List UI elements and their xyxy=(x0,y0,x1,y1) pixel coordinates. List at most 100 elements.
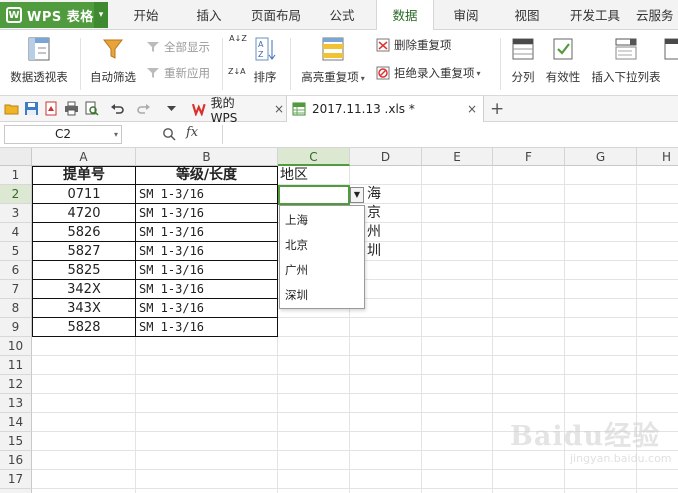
cell-c1[interactable]: 地区 xyxy=(280,166,349,185)
dropdown-option-guangzhou[interactable]: 广州 xyxy=(285,260,308,280)
cell-b5[interactable]: SM 1-3/16 xyxy=(136,242,277,261)
save-icon[interactable] xyxy=(24,101,39,116)
doc-tab-my-wps[interactable]: 我的WPS × xyxy=(188,96,284,125)
cell-b2[interactable]: SM 1-3/16 xyxy=(136,185,277,204)
open-folder-icon[interactable] xyxy=(4,101,19,116)
tab-formula[interactable]: 公式 xyxy=(317,0,367,30)
tab-data[interactable]: 数据 xyxy=(376,0,434,31)
cell-a7[interactable]: 342X xyxy=(33,280,135,299)
dropdown-option-shenzhen[interactable]: 深圳 xyxy=(285,285,308,305)
name-box[interactable]: C2 ▾ xyxy=(4,125,122,144)
delete-duplicates-button[interactable]: 删除重复项 xyxy=(376,36,452,54)
cell-b4[interactable]: SM 1-3/16 xyxy=(136,223,277,242)
cell-b9[interactable]: SM 1-3/16 xyxy=(136,318,277,337)
row-header[interactable]: 1 xyxy=(0,166,32,185)
column-header-h[interactable]: H xyxy=(637,148,678,166)
autofilter-button[interactable]: 自动筛选 xyxy=(86,34,140,92)
cell-a9[interactable]: 5828 xyxy=(33,318,135,337)
dropdown-option-shanghai[interactable]: 上海 xyxy=(285,210,308,230)
highlight-duplicates-button[interactable]: 高亮重复项 ▾ xyxy=(296,34,370,92)
formula-input[interactable] xyxy=(222,125,674,144)
app-menu-button[interactable]: W WPS 表格 ▾ xyxy=(0,2,108,28)
tab-insert[interactable]: 插入 xyxy=(184,0,234,30)
cell-b7[interactable]: SM 1-3/16 xyxy=(136,280,277,299)
print-preview-icon[interactable] xyxy=(84,101,99,116)
cell-a5[interactable]: 5827 xyxy=(33,242,135,261)
row-header[interactable]: 8 xyxy=(0,299,32,318)
row-header[interactable]: 3 xyxy=(0,204,32,223)
cell-d5[interactable]: 圳 xyxy=(367,242,407,261)
tab-home[interactable]: 开始 xyxy=(120,0,172,30)
undo-icon[interactable] xyxy=(110,101,125,116)
dropdown-arrow-button[interactable]: ▼ xyxy=(350,187,364,203)
row-header[interactable]: 10 xyxy=(0,337,32,356)
sort-descending-button[interactable]: Z↓A xyxy=(228,60,248,82)
row-header[interactable]: 2 xyxy=(0,185,32,204)
tab-review[interactable]: 审阅 xyxy=(442,0,490,30)
select-all-corner[interactable] xyxy=(0,148,32,166)
reapply-button[interactable]: 重新应用 xyxy=(146,64,210,82)
cell-b8[interactable]: SM 1-3/16 xyxy=(136,299,277,318)
dropdown-option-beijing[interactable]: 北京 xyxy=(285,235,308,255)
cell-b3[interactable]: SM 1-3/16 xyxy=(136,204,277,223)
cell-a8[interactable]: 343X xyxy=(33,299,135,318)
cell-a4[interactable]: 5826 xyxy=(33,223,135,242)
cell-a3[interactable]: 4720 xyxy=(33,204,135,223)
close-tab-icon[interactable]: × xyxy=(467,102,477,116)
row-header[interactable]: 16 xyxy=(0,451,32,470)
column-header-b[interactable]: B xyxy=(136,148,278,166)
active-cell-c2[interactable] xyxy=(278,185,350,205)
cell-b6[interactable]: SM 1-3/16 xyxy=(136,261,277,280)
insert-function-button[interactable]: fx xyxy=(186,125,198,140)
pivot-table-button[interactable]: 数据透视表 xyxy=(6,34,72,92)
row-header[interactable]: 4 xyxy=(0,223,32,242)
row-header[interactable]: 17 xyxy=(0,470,32,489)
row-header[interactable]: 5 xyxy=(0,242,32,261)
cell-d3[interactable]: 京 xyxy=(367,204,407,223)
row-header[interactable]: 6 xyxy=(0,261,32,280)
column-header-g[interactable]: G xyxy=(565,148,637,166)
column-header-e[interactable]: E xyxy=(422,148,493,166)
column-header-c[interactable]: C xyxy=(278,148,350,166)
data-validation-button[interactable]: 有效性 xyxy=(542,34,584,92)
cell-a6[interactable]: 5825 xyxy=(33,261,135,280)
gridline xyxy=(32,374,678,375)
cell-b1[interactable]: 等级/长度 xyxy=(136,166,277,185)
show-all-button[interactable]: 全部显示 xyxy=(146,38,210,56)
close-tab-icon[interactable]: × xyxy=(274,102,284,116)
row-header[interactable]: 15 xyxy=(0,432,32,451)
zoom-search-icon[interactable] xyxy=(162,127,176,141)
tab-view[interactable]: 视图 xyxy=(503,0,551,30)
reject-duplicates-button[interactable]: 拒绝录入重复项 ▾ xyxy=(376,64,481,82)
more-ribbon-button[interactable] xyxy=(664,34,678,92)
sort-button[interactable]: A Z 排序 xyxy=(248,34,282,92)
column-header-f[interactable]: F xyxy=(493,148,565,166)
column-header-d[interactable]: D xyxy=(350,148,422,166)
export-pdf-icon[interactable] xyxy=(44,101,59,116)
svg-text:Z: Z xyxy=(258,50,264,59)
cell-a1[interactable]: 提单号 xyxy=(33,166,135,185)
cell-d4[interactable]: 州 xyxy=(367,223,407,242)
row-header[interactable]: 14 xyxy=(0,413,32,432)
redo-icon[interactable] xyxy=(136,101,151,116)
tab-page-layout[interactable]: 页面布局 xyxy=(243,0,309,30)
customize-toolbar-chevron-icon[interactable] xyxy=(164,101,179,116)
tab-developer[interactable]: 开发工具 xyxy=(563,0,627,30)
text-to-columns-button[interactable]: 分列 xyxy=(506,34,540,92)
print-icon[interactable] xyxy=(64,101,79,116)
row-header[interactable]: 12 xyxy=(0,375,32,394)
new-tab-button[interactable]: + xyxy=(490,96,506,122)
row-header[interactable]: 7 xyxy=(0,280,32,299)
doc-tab-file[interactable]: 2017.11.13 .xls * × xyxy=(286,96,484,122)
column-header-a[interactable]: A xyxy=(32,148,136,166)
tab-cloud[interactable]: 云服务 xyxy=(636,0,678,30)
row-header[interactable]: 18 xyxy=(0,489,32,493)
insert-dropdown-list-button[interactable]: 插入下拉列表 xyxy=(588,34,664,92)
row-header[interactable]: 9 xyxy=(0,318,32,337)
row-header[interactable]: 11 xyxy=(0,356,32,375)
chevron-down-icon[interactable]: ▾ xyxy=(94,2,108,28)
cell-d2[interactable]: 海 xyxy=(367,185,407,204)
sort-ascending-button[interactable]: A↓Z xyxy=(228,34,248,56)
row-header[interactable]: 13 xyxy=(0,394,32,413)
cell-a2[interactable]: 0711 xyxy=(33,185,135,204)
